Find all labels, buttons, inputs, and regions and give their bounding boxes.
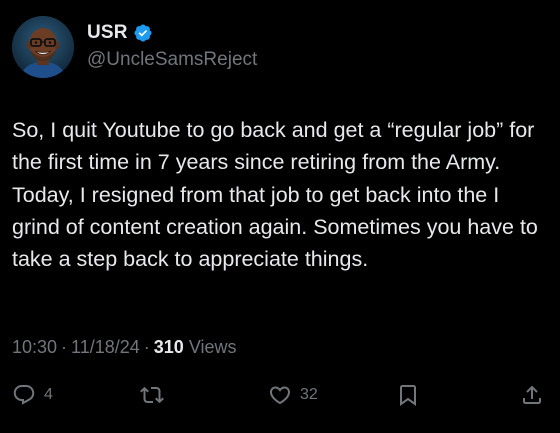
verified-badge-icon[interactable] bbox=[133, 23, 153, 43]
views-label[interactable]: Views bbox=[189, 337, 237, 358]
tweet: USR @UncleSamsReject So, I quit Youtube … bbox=[0, 0, 560, 433]
share-button[interactable] bbox=[520, 378, 544, 412]
share-icon bbox=[523, 385, 541, 404]
bookmark-button[interactable] bbox=[396, 378, 420, 412]
like-button[interactable]: 32 bbox=[268, 378, 318, 412]
like-count: 32 bbox=[300, 386, 318, 403]
tweet-meta: 10:30 · 11/18/24 · 310 Views bbox=[12, 337, 237, 358]
author-display-name[interactable]: USR bbox=[87, 22, 128, 44]
author-name-row: USR bbox=[87, 20, 153, 46]
reply-icon bbox=[13, 385, 35, 405]
tweet-text: So, I quit Youtube to go back and get a … bbox=[12, 118, 544, 272]
reply-button[interactable]: 4 bbox=[12, 378, 53, 412]
bookmark-icon bbox=[400, 385, 416, 406]
meta-separator: · bbox=[143, 337, 150, 357]
tweet-time[interactable]: 10:30 bbox=[12, 337, 57, 358]
meta-separator: · bbox=[61, 337, 68, 357]
author-avatar[interactable] bbox=[12, 16, 74, 78]
views-count[interactable]: 310 bbox=[154, 337, 184, 358]
retweet-button[interactable] bbox=[140, 378, 172, 412]
heart-icon bbox=[269, 386, 291, 405]
retweet-icon bbox=[140, 386, 164, 404]
avatar-photo-icon bbox=[12, 16, 74, 78]
tweet-actions: 4 32 bbox=[0, 378, 560, 412]
tweet-date[interactable]: 11/18/24 bbox=[71, 337, 140, 358]
author-handle[interactable]: @UncleSamsReject bbox=[87, 49, 257, 71]
reply-count: 4 bbox=[44, 386, 53, 403]
